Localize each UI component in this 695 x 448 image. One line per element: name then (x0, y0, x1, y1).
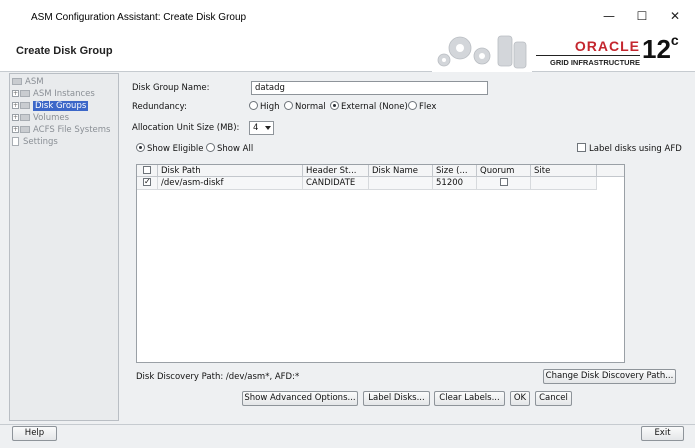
folder-icon (20, 126, 30, 133)
column-header-select[interactable] (137, 165, 158, 177)
select-all-checkbox[interactable] (143, 166, 151, 174)
disk-group-name-input[interactable]: datadg (251, 81, 488, 95)
page-header: Create Disk Group ORACLE GRID INFRASTRUC… (0, 32, 695, 72)
nav-item-acfs-file-systems[interactable]: + ACFS File Systems (12, 124, 111, 136)
oracle-logo: ORACLE (574, 38, 640, 54)
title-bar: ASM Configuration Assistant: Create Disk… (0, 0, 695, 32)
label-afd-checkbox[interactable]: Label disks using AFD (577, 143, 682, 155)
radio-indicator (206, 143, 215, 152)
column-header-quorum[interactable]: Quorum (477, 165, 531, 177)
label-disks-button[interactable]: Label Disks... (363, 391, 430, 406)
brand-rule (536, 55, 640, 56)
header-status-cell: CANDIDATE (303, 177, 369, 189)
redundancy-flex-radio[interactable]: Flex (408, 101, 436, 113)
quorum-checkbox[interactable] (499, 178, 508, 186)
au-size-label: Allocation Unit Size (MB): (132, 123, 240, 133)
brand-subtitle: GRID INFRASTRUCTURE (550, 58, 640, 67)
column-header-disk-name[interactable]: Disk Name (369, 165, 433, 177)
checkbox-box (577, 143, 586, 152)
chevron-down-icon (265, 126, 271, 130)
page-title: Create Disk Group (16, 45, 113, 57)
size-cell: 51200 (433, 177, 477, 189)
help-button[interactable]: Help (12, 426, 57, 441)
redundancy-normal-radio[interactable]: Normal (284, 101, 326, 113)
version-badge: 12c (642, 32, 679, 65)
disk-table: Disk Path Header St... Disk Name Size (.… (136, 164, 625, 363)
nav-item-disk-groups[interactable]: + Disk Groups (12, 100, 89, 112)
version-number: 12 (642, 34, 671, 64)
radio-indicator-selected (136, 143, 145, 152)
redundancy-high-radio[interactable]: High (249, 101, 280, 113)
expand-icon[interactable]: + (12, 90, 19, 97)
asmca-window: ASM Configuration Assistant: Create Disk… (0, 0, 695, 448)
show-all-radio[interactable]: Show All (206, 143, 253, 155)
column-header-size[interactable]: Size (... (433, 165, 477, 177)
folder-icon (12, 78, 22, 85)
folder-icon (20, 90, 30, 97)
nav-item-volumes[interactable]: + Volumes (12, 112, 69, 124)
change-discovery-path-button[interactable]: Change Disk Discovery Path... (543, 369, 676, 384)
exit-button[interactable]: Exit (641, 426, 684, 441)
maximize-button[interactable]: ☐ (627, 6, 657, 26)
discovery-path-text: Disk Discovery Path: /dev/asm*, AFD:* (136, 372, 300, 382)
folder-icon (20, 114, 30, 121)
nav-item-asm-instances[interactable]: + ASM Instances (12, 88, 95, 100)
nav-item-asm[interactable]: ASM (12, 76, 44, 88)
row-select-checkbox[interactable] (143, 177, 151, 188)
redundancy-external-radio[interactable]: External (None) (330, 101, 408, 113)
expand-icon[interactable]: + (12, 126, 19, 133)
show-advanced-options-button[interactable]: Show Advanced Options... (242, 391, 358, 406)
window-title: ASM Configuration Assistant: Create Disk… (31, 12, 247, 23)
redundancy-label: Redundancy: (132, 102, 187, 112)
column-header-site[interactable]: Site (531, 165, 597, 177)
gears-graphic-icon (432, 32, 532, 72)
clear-labels-button[interactable]: Clear Labels... (434, 391, 505, 406)
footer-separator (0, 424, 695, 425)
au-size-select[interactable]: 4 (249, 121, 274, 135)
radio-indicator (249, 101, 258, 110)
cancel-button[interactable]: Cancel (535, 391, 572, 406)
main-panel: Disk Group Name: datadg Redundancy: High… (124, 73, 686, 421)
disk-path-cell: /dev/asm-diskf (158, 177, 303, 189)
expand-icon[interactable]: + (12, 102, 19, 109)
close-button[interactable]: ✕ (660, 6, 690, 26)
oracle-brand: ORACLE GRID INFRASTRUCTURE (536, 38, 640, 68)
radio-indicator-selected (330, 101, 339, 110)
nav-item-settings[interactable]: Settings (12, 136, 58, 148)
ok-button[interactable]: OK (510, 391, 530, 406)
disk-group-name-label: Disk Group Name: (132, 83, 210, 93)
disk-name-cell[interactable] (369, 177, 433, 189)
show-eligible-radio[interactable]: Show Eligible (136, 143, 203, 155)
table-header: Disk Path Header St... Disk Name Size (.… (137, 165, 624, 177)
column-header-header-status[interactable]: Header St... (303, 165, 369, 177)
navigation-tree: ASM + ASM Instances + Disk Groups + Volumes… (9, 73, 119, 421)
column-header-disk-path[interactable]: Disk Path (158, 165, 303, 177)
version-suffix: c (670, 32, 679, 48)
row-select-cell[interactable] (137, 177, 158, 189)
radio-indicator (408, 101, 417, 110)
minimize-button[interactable]: — (594, 6, 624, 26)
site-cell (531, 177, 597, 189)
document-icon (12, 137, 19, 146)
quorum-cell[interactable] (477, 177, 531, 189)
radio-indicator (284, 101, 293, 110)
expand-icon[interactable]: + (12, 114, 19, 121)
folder-icon (20, 102, 30, 109)
table-row[interactable]: /dev/asm-diskf CANDIDATE 51200 (137, 177, 597, 190)
